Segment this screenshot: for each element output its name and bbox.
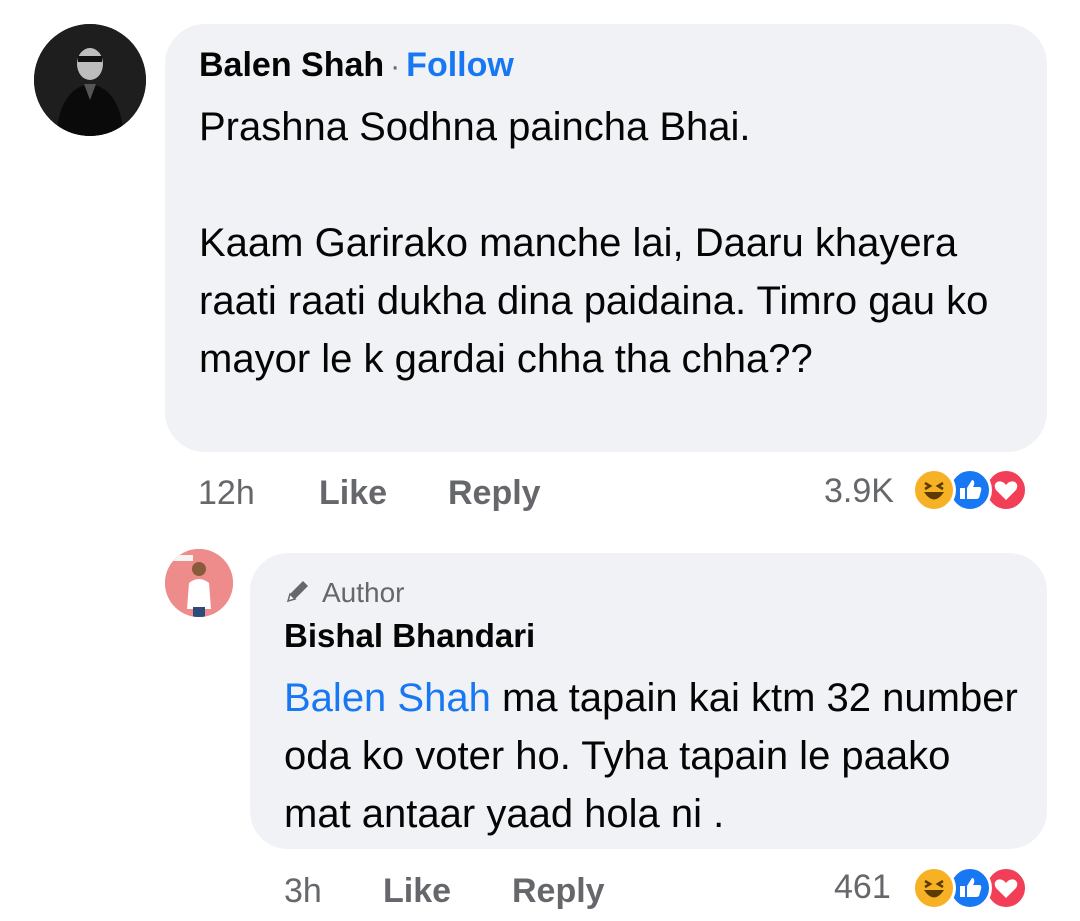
comment-bubble: Balen Shah · Follow Prashna Sodhna paincha… [165, 24, 1047, 452]
pencil-icon [286, 581, 308, 603]
comment-header: Balen Shah · Follow [199, 46, 514, 85]
reply-reaction-count[interactable]: 461 [834, 868, 891, 907]
reply-button[interactable]: Reply [448, 474, 541, 513]
reply-like-button[interactable]: Like [383, 872, 451, 911]
haha-icon [912, 866, 956, 910]
avatar[interactable] [34, 24, 146, 136]
comment-author-name[interactable]: Balen Shah [199, 46, 384, 84]
reply-text: Balen Shah ma tapain kai ktm 32 number o… [284, 669, 1024, 843]
like-button[interactable]: Like [319, 474, 387, 513]
reaction-icons[interactable] [912, 468, 1052, 514]
reply-reply-button[interactable]: Reply [512, 872, 605, 911]
profile-photo-icon [34, 24, 146, 136]
profile-photo-icon [165, 549, 233, 617]
haha-icon [912, 468, 956, 512]
separator-dot: · [390, 50, 401, 83]
reply-author-name[interactable]: Bishal Bhandari [284, 617, 535, 655]
author-badge-label: Author [322, 577, 405, 608]
reply-reaction-icons[interactable] [912, 866, 1052, 912]
reply-bubble: Author Bishal Bhandari Balen Shah ma tap… [250, 553, 1047, 849]
reply-timestamp[interactable]: 3h [284, 872, 322, 911]
follow-button[interactable]: Follow [406, 46, 514, 84]
mention-link[interactable]: Balen Shah [284, 676, 491, 720]
comment-text: Prashna Sodhna paincha Bhai. Kaam Garira… [199, 105, 989, 381]
reaction-count[interactable]: 3.9K [824, 472, 894, 511]
comment-timestamp[interactable]: 12h [198, 474, 255, 513]
author-badge: Author [284, 577, 405, 609]
reply-avatar[interactable] [165, 549, 233, 617]
